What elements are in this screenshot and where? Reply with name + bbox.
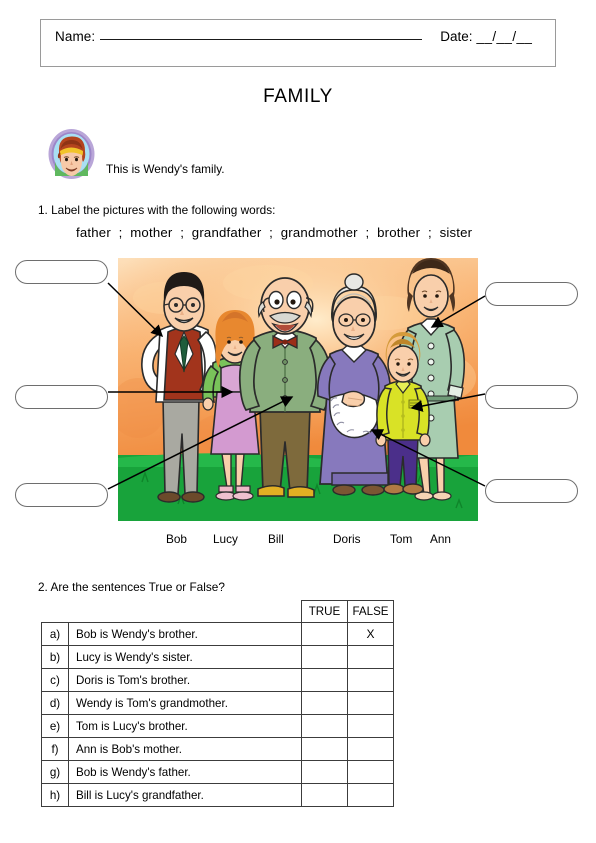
table-row: h) Bill is Lucy's grandfather.: [41, 783, 394, 807]
row-letter: g): [41, 760, 69, 784]
row-letter: b): [41, 645, 69, 669]
name-label: Name:: [55, 29, 96, 44]
name-label-bill: Bill: [268, 532, 284, 546]
cell-false[interactable]: [347, 714, 394, 738]
cell-false[interactable]: [347, 668, 394, 692]
row-letter: c): [41, 668, 69, 692]
cell-false[interactable]: [347, 783, 394, 807]
exercise-2-instruction: 2. Are the sentences True or False?: [38, 580, 225, 594]
row-letter: e): [41, 714, 69, 738]
cell-false[interactable]: [347, 645, 394, 669]
row-sentence: Doris is Tom's brother.: [68, 668, 302, 692]
cell-false[interactable]: [347, 691, 394, 715]
exercise-1-instruction: 1. Label the pictures with the following…: [38, 203, 276, 217]
table-row: b) Lucy is Wendy's sister.: [41, 645, 394, 669]
name-label-lucy: Lucy: [213, 532, 238, 546]
cell-false[interactable]: [347, 737, 394, 761]
date-input-slots[interactable]: __/__/__: [477, 29, 533, 44]
label-answer-box-top-left[interactable]: [15, 260, 108, 284]
label-answer-box-top-right[interactable]: [485, 282, 578, 306]
row-sentence: Bob is Wendy's father.: [68, 760, 302, 784]
cell-true[interactable]: [301, 645, 348, 669]
header-spacer-sentence: [69, 601, 302, 623]
row-letter: d): [41, 691, 69, 715]
cell-true[interactable]: [301, 668, 348, 692]
family-illustration: [118, 258, 478, 521]
cell-true[interactable]: [301, 737, 348, 761]
table-body: a) Bob is Wendy's brother. X b) Lucy is …: [41, 622, 394, 807]
table-row: g) Bob is Wendy's father.: [41, 760, 394, 784]
name-label-bob: Bob: [166, 532, 187, 546]
intro-caption: This is Wendy's family.: [106, 162, 225, 176]
exercise-1-wordbank: father ; mother ; grandfather ; grandmot…: [76, 225, 472, 240]
header-false: FALSE: [347, 600, 394, 623]
label-answer-box-middle-left[interactable]: [15, 385, 108, 409]
true-false-table: TRUE FALSE a) Bob is Wendy's brother. X …: [41, 600, 394, 807]
name-date-row: Name: Date: __/__/__: [55, 29, 545, 44]
table-row: c) Doris is Tom's brother.: [41, 668, 394, 692]
table-row: a) Bob is Wendy's brother. X: [41, 622, 394, 646]
row-sentence: Ann is Bob's mother.: [68, 737, 302, 761]
row-sentence: Lucy is Wendy's sister.: [68, 645, 302, 669]
date-label: Date:: [440, 29, 473, 44]
cell-false[interactable]: X: [347, 622, 394, 646]
wordbank-text: father ; mother ; grandfather ; grandmot…: [76, 225, 473, 240]
name-label-tom: Tom: [390, 532, 413, 546]
name-input-line[interactable]: [100, 39, 423, 40]
row-sentence: Tom is Lucy's brother.: [68, 714, 302, 738]
row-letter: a): [41, 622, 69, 646]
page-title: FAMILY: [263, 86, 333, 107]
row-letter: f): [41, 737, 69, 761]
cell-true[interactable]: [301, 691, 348, 715]
label-answer-box-middle-right[interactable]: [485, 385, 578, 409]
table-row: e) Tom is Lucy's brother.: [41, 714, 394, 738]
cell-false[interactable]: [347, 760, 394, 784]
row-sentence: Wendy is Tom's grandmother.: [68, 691, 302, 715]
name-label-doris: Doris: [333, 532, 361, 546]
label-answer-box-bottom-right[interactable]: [485, 479, 578, 503]
wendy-portrait-icon: [47, 128, 96, 180]
cell-true[interactable]: [301, 714, 348, 738]
table-row: f) Ann is Bob's mother.: [41, 737, 394, 761]
cell-true[interactable]: [301, 783, 348, 807]
row-sentence: Bill is Lucy's grandfather.: [68, 783, 302, 807]
row-letter: h): [41, 783, 69, 807]
name-date-box: Name: Date: __/__/__: [40, 19, 556, 67]
name-label-ann: Ann: [430, 532, 451, 546]
label-answer-box-bottom-left[interactable]: [15, 483, 108, 507]
family-name-labels: Bob Lucy Bill Doris Tom Ann: [118, 532, 478, 550]
header-spacer-letter: [42, 601, 69, 623]
header-true: TRUE: [301, 600, 348, 623]
row-sentence: Bob is Wendy's brother.: [68, 622, 302, 646]
cell-true[interactable]: [301, 622, 348, 646]
table-header-row: TRUE FALSE: [42, 600, 394, 623]
cell-true[interactable]: [301, 760, 348, 784]
table-row: d) Wendy is Tom's grandmother.: [41, 691, 394, 715]
